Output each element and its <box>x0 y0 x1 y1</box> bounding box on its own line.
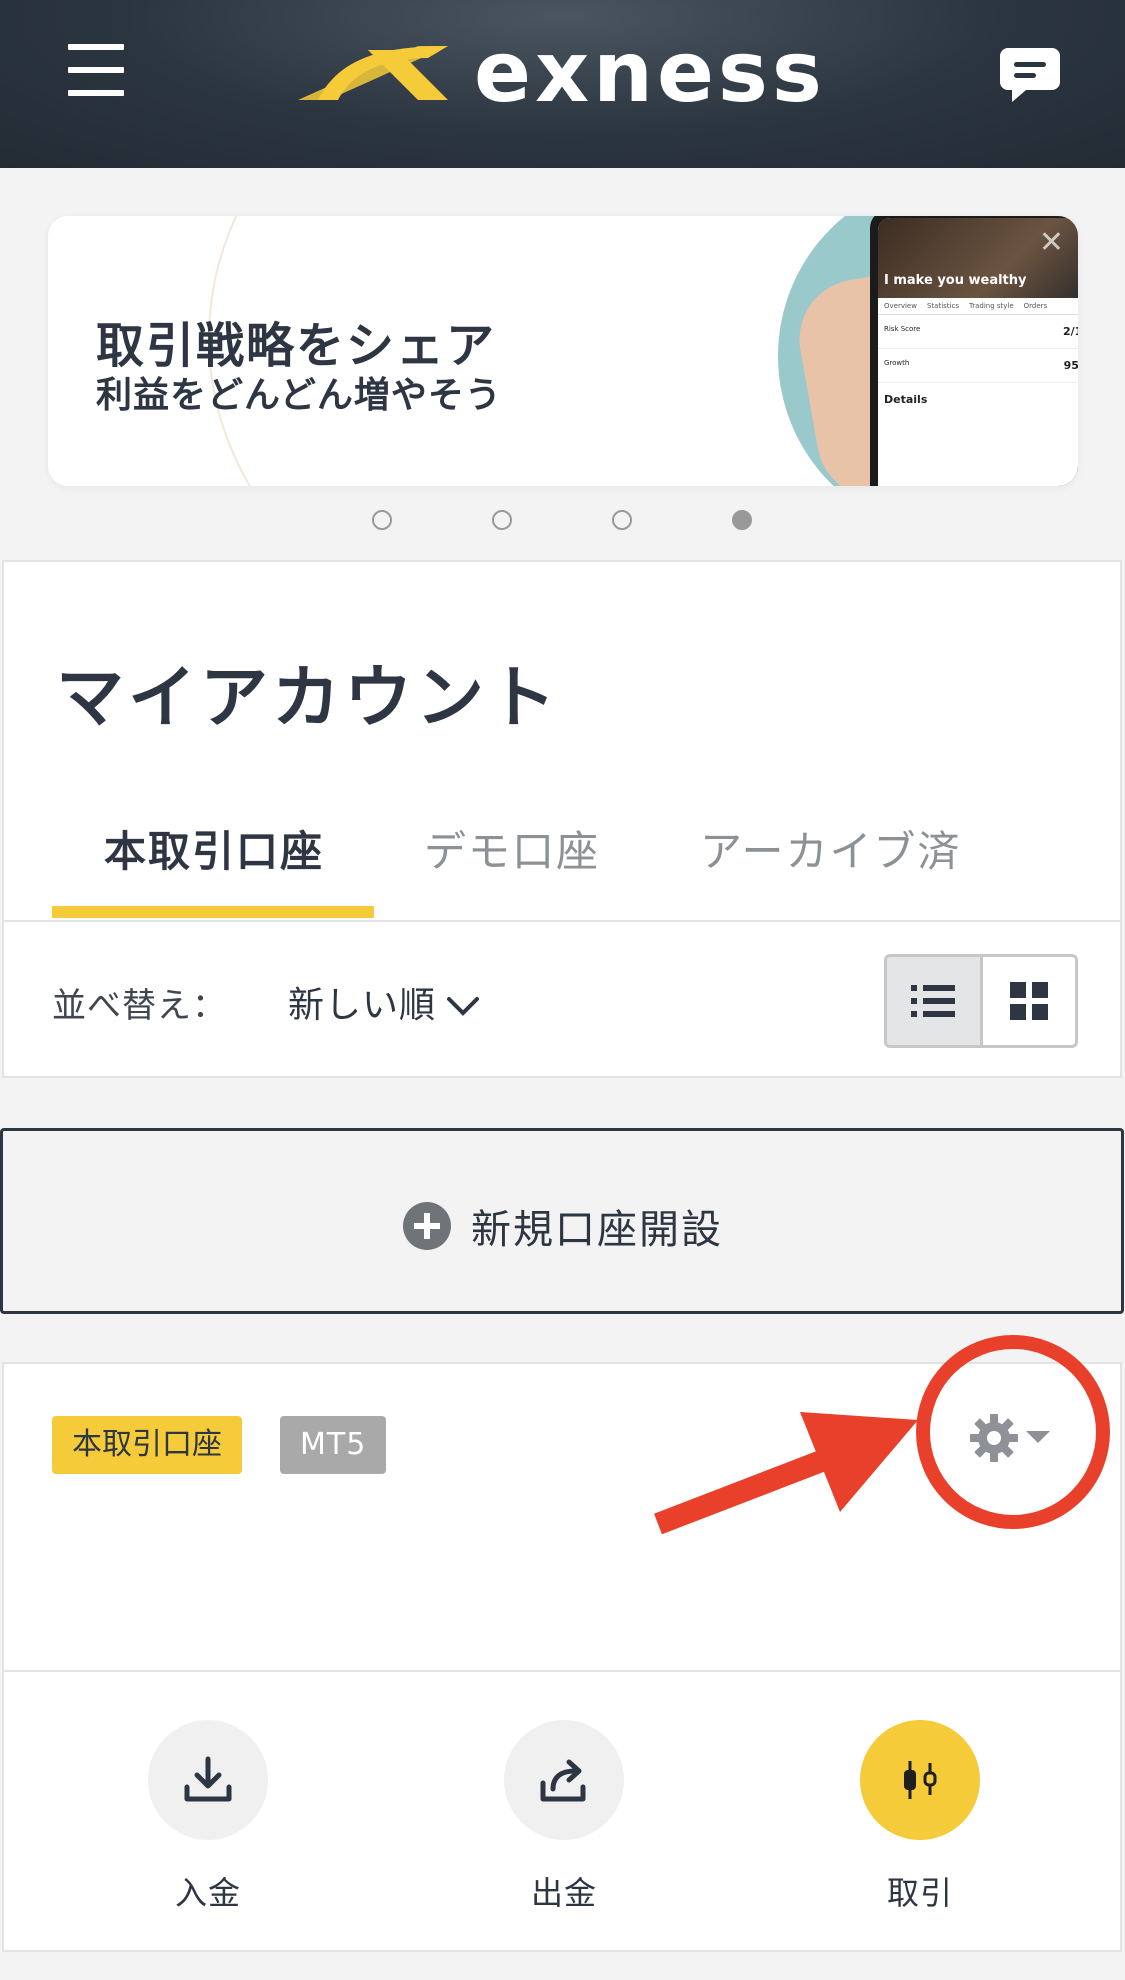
deposit-button[interactable]: 入金 <box>108 1720 308 1914</box>
deposit-label: 入金 <box>174 1874 241 1912</box>
plus-circle-icon <box>403 1202 451 1250</box>
carousel-dot[interactable] <box>492 510 512 530</box>
page-title: マイアカウント <box>56 659 561 738</box>
trade-button[interactable]: 取引 <box>820 1720 1020 1914</box>
grid-view-icon[interactable] <box>983 957 1076 1045</box>
account-type-badge: 本取引口座 <box>52 1416 242 1474</box>
download-icon <box>184 1756 232 1802</box>
withdraw-label: 出金 <box>530 1874 597 1912</box>
list-view-icon[interactable] <box>887 957 983 1045</box>
banner-subtitle: 利益をどんどん増やそう <box>96 375 502 416</box>
carousel-dot[interactable] <box>372 510 392 530</box>
carousel-dots <box>0 510 1125 534</box>
hamburger-icon[interactable] <box>68 44 124 100</box>
open-new-account-label: 新規口座開設 <box>471 1207 723 1253</box>
sort-value: 新しい順 <box>288 985 437 1026</box>
phone-row: Risk Score2/10 <box>878 315 1078 349</box>
tab-real-accounts[interactable]: 本取引口座 <box>104 818 324 879</box>
chevron-down-icon <box>447 997 480 1016</box>
sort-label: 並べ替え： <box>52 986 227 1026</box>
phone-row: Growth95% <box>878 349 1078 383</box>
tab-archived[interactable]: アーカイブ済 <box>700 818 961 879</box>
brand-name: exness <box>474 23 826 121</box>
my-account-panel: マイアカウント 本取引口座 デモ口座 アーカイブ済 並べ替え： 新しい順 <box>2 560 1122 1078</box>
tab-demo-accounts[interactable]: デモ口座 <box>424 818 600 879</box>
gear-icon <box>970 1414 1018 1462</box>
chat-icon[interactable] <box>998 42 1062 106</box>
carousel-dot[interactable] <box>612 510 632 530</box>
card-divider <box>4 1670 1120 1672</box>
promo-banner[interactable]: 取引戦略をシェア 利益をどんどん増やそう I make you wealthy … <box>48 216 1078 486</box>
platform-badge: MT5 <box>280 1416 387 1474</box>
withdraw-button[interactable]: 出金 <box>464 1720 664 1914</box>
trade-label: 取引 <box>886 1874 953 1912</box>
share-upload-icon <box>540 1759 586 1802</box>
account-card: 本取引口座 MT5 入金 出金 取引 <box>2 1362 1122 1952</box>
phone-row: Details <box>884 393 928 406</box>
logo-mark-icon <box>298 46 448 100</box>
active-tab-indicator <box>52 906 374 918</box>
phone-tabs: Overview Statistics Trading style Orders <box>878 298 1078 315</box>
phone-headline: I make you wealthy <box>884 273 1027 288</box>
view-toggle <box>884 954 1078 1048</box>
close-icon[interactable]: ✕ <box>1039 228 1064 258</box>
tabs-divider <box>4 920 1120 922</box>
carousel-dot-active[interactable] <box>732 510 752 530</box>
caret-down-icon <box>1026 1431 1050 1443</box>
account-settings-button[interactable] <box>970 1414 1050 1462</box>
candlestick-icon <box>904 1761 937 1799</box>
sort-dropdown[interactable]: 新しい順 <box>288 976 480 1028</box>
app-header: exness <box>0 0 1125 168</box>
exness-logo[interactable]: exness <box>298 30 822 114</box>
open-new-account-button[interactable]: 新規口座開設 <box>0 1128 1124 1314</box>
